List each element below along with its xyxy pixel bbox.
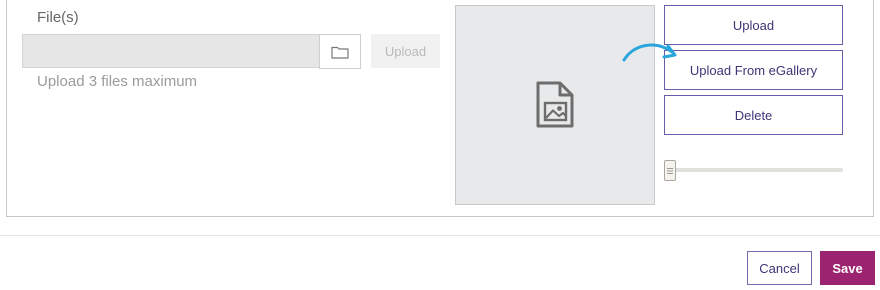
folder-icon xyxy=(331,46,349,59)
browse-button[interactable] xyxy=(319,34,361,69)
zoom-slider-handle[interactable] xyxy=(664,160,676,181)
file-upload-button[interactable]: Upload xyxy=(371,34,440,68)
pointer-arrow-icon xyxy=(622,43,677,62)
grip-icon xyxy=(667,167,673,174)
upload-limit-hint: Upload 3 files maximum xyxy=(37,73,198,90)
upload-button[interactable]: Upload xyxy=(664,5,843,45)
cancel-button[interactable]: Cancel xyxy=(747,251,812,285)
save-button[interactable]: Save xyxy=(820,251,875,285)
image-file-icon xyxy=(536,81,574,128)
image-preview xyxy=(455,5,655,205)
files-label: File(s) xyxy=(37,9,79,26)
footer-divider xyxy=(0,235,880,236)
zoom-slider-track[interactable] xyxy=(669,168,843,172)
file-path-field[interactable] xyxy=(22,34,320,68)
upload-from-egallery-button[interactable]: Upload From eGallery xyxy=(664,50,843,90)
delete-button[interactable]: Delete xyxy=(664,95,843,135)
